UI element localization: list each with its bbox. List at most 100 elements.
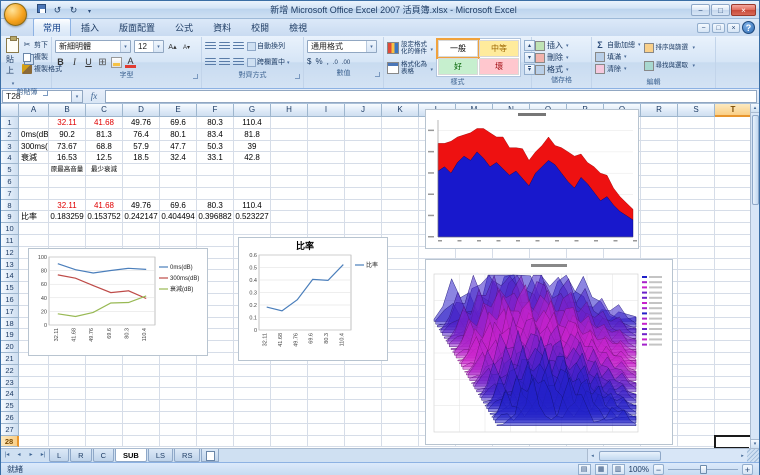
cell[interactable] bbox=[86, 377, 123, 389]
cell[interactable] bbox=[234, 388, 271, 400]
maximize-button[interactable] bbox=[711, 4, 730, 16]
cell[interactable] bbox=[715, 329, 752, 341]
cell[interactable] bbox=[308, 388, 345, 400]
cell[interactable]: 18.5 bbox=[123, 152, 160, 164]
cell[interactable] bbox=[308, 412, 345, 424]
cell[interactable] bbox=[345, 117, 382, 129]
conditional-formatting-button[interactable]: 設定格式化的條件 bbox=[387, 38, 433, 57]
cell[interactable] bbox=[382, 424, 419, 436]
cell[interactable] bbox=[160, 235, 197, 247]
cell[interactable] bbox=[160, 388, 197, 400]
cell[interactable] bbox=[160, 365, 197, 377]
cell[interactable] bbox=[49, 223, 86, 235]
cell[interactable] bbox=[715, 412, 752, 424]
cell[interactable] bbox=[86, 436, 123, 448]
cell[interactable] bbox=[308, 211, 345, 223]
cell[interactable] bbox=[345, 200, 382, 212]
cell[interactable] bbox=[382, 223, 419, 235]
cell[interactable] bbox=[19, 365, 49, 377]
cell[interactable] bbox=[49, 424, 86, 436]
clipboard-dialog-launcher[interactable] bbox=[43, 91, 48, 96]
increase-decimal-button[interactable] bbox=[333, 57, 338, 66]
qat-dropdown-button[interactable] bbox=[83, 4, 96, 16]
cell[interactable] bbox=[715, 318, 752, 330]
cell[interactable] bbox=[197, 365, 234, 377]
cell[interactable] bbox=[197, 235, 234, 247]
cell[interactable] bbox=[345, 377, 382, 389]
undo-button[interactable] bbox=[51, 4, 64, 16]
cell[interactable]: 0.523227 bbox=[234, 211, 271, 223]
levels-line-chart[interactable]: 02040608010032.1141.6849.7669.680.3110.4… bbox=[28, 248, 208, 356]
cell-style-中等[interactable]: 中等 bbox=[479, 40, 519, 57]
cell[interactable] bbox=[86, 365, 123, 377]
cell[interactable] bbox=[382, 188, 419, 200]
row-header-12[interactable]: 12 bbox=[1, 247, 19, 259]
cell[interactable] bbox=[19, 400, 49, 412]
row-header-21[interactable]: 21 bbox=[1, 353, 19, 365]
cell[interactable] bbox=[678, 141, 715, 153]
cell[interactable] bbox=[123, 235, 160, 247]
cell[interactable] bbox=[678, 129, 715, 141]
select-all-button[interactable] bbox=[1, 104, 19, 117]
cell[interactable] bbox=[308, 188, 345, 200]
cell[interactable] bbox=[345, 400, 382, 412]
align-right-icon[interactable] bbox=[233, 58, 244, 66]
font-color-button[interactable] bbox=[125, 56, 136, 68]
align-middle-icon[interactable] bbox=[219, 42, 230, 50]
waterfall-3d-chart[interactable] bbox=[425, 259, 673, 445]
cell[interactable]: 73.67 bbox=[49, 141, 86, 153]
cell[interactable] bbox=[123, 176, 160, 188]
cell[interactable] bbox=[197, 377, 234, 389]
sheet-tab-SUB[interactable]: SUB bbox=[115, 449, 147, 462]
cell[interactable] bbox=[308, 400, 345, 412]
cell[interactable] bbox=[123, 223, 160, 235]
last-sheet-button[interactable] bbox=[37, 449, 49, 462]
cell[interactable] bbox=[49, 412, 86, 424]
cell[interactable]: 41.68 bbox=[86, 117, 123, 129]
cell[interactable]: 12.5 bbox=[86, 152, 123, 164]
cell[interactable]: 81.3 bbox=[86, 129, 123, 141]
cell[interactable]: 300ms(dB) bbox=[19, 141, 49, 153]
cell[interactable] bbox=[271, 176, 308, 188]
cell[interactable] bbox=[678, 223, 715, 235]
cell[interactable] bbox=[345, 424, 382, 436]
cell[interactable] bbox=[308, 377, 345, 389]
insert-worksheet-tab[interactable] bbox=[201, 449, 219, 462]
row-header-9[interactable]: 9 bbox=[1, 211, 19, 223]
cell[interactable] bbox=[641, 211, 678, 223]
cell[interactable] bbox=[19, 412, 49, 424]
ribbon-tab-常用[interactable]: 常用 bbox=[33, 18, 71, 36]
cell[interactable] bbox=[19, 388, 49, 400]
ratio-line-chart[interactable]: 00.10.20.30.40.50.632.1141.6849.7669.680… bbox=[238, 237, 388, 361]
cell[interactable] bbox=[123, 436, 160, 448]
cell[interactable] bbox=[678, 282, 715, 294]
cell[interactable] bbox=[641, 188, 678, 200]
font-name-combo[interactable]: 新細明體 bbox=[55, 40, 131, 53]
column-header-C[interactable]: C bbox=[86, 104, 123, 117]
cell[interactable] bbox=[345, 223, 382, 235]
column-header-A[interactable]: A bbox=[19, 104, 49, 117]
cell[interactable]: 76.4 bbox=[123, 129, 160, 141]
cell[interactable] bbox=[641, 129, 678, 141]
cell[interactable] bbox=[19, 223, 49, 235]
cell[interactable] bbox=[678, 152, 715, 164]
column-header-D[interactable]: D bbox=[123, 104, 160, 117]
cell[interactable] bbox=[382, 436, 419, 448]
page-break-view-button[interactable] bbox=[612, 464, 625, 475]
cell[interactable] bbox=[308, 424, 345, 436]
cell[interactable] bbox=[197, 176, 234, 188]
decay-area-chart[interactable] bbox=[425, 109, 639, 249]
cell[interactable] bbox=[271, 117, 308, 129]
cell[interactable] bbox=[715, 200, 752, 212]
cell[interactable] bbox=[678, 270, 715, 282]
column-header-S[interactable]: S bbox=[678, 104, 715, 117]
cell[interactable] bbox=[382, 412, 419, 424]
cell[interactable] bbox=[382, 400, 419, 412]
currency-format-button[interactable] bbox=[307, 57, 311, 66]
cell[interactable] bbox=[345, 188, 382, 200]
row-header-6[interactable]: 6 bbox=[1, 176, 19, 188]
sheet-tab-L[interactable]: L bbox=[49, 449, 69, 462]
wrap-text-button[interactable]: 自動換列 bbox=[247, 41, 285, 51]
cell[interactable] bbox=[19, 200, 49, 212]
cell[interactable] bbox=[345, 176, 382, 188]
